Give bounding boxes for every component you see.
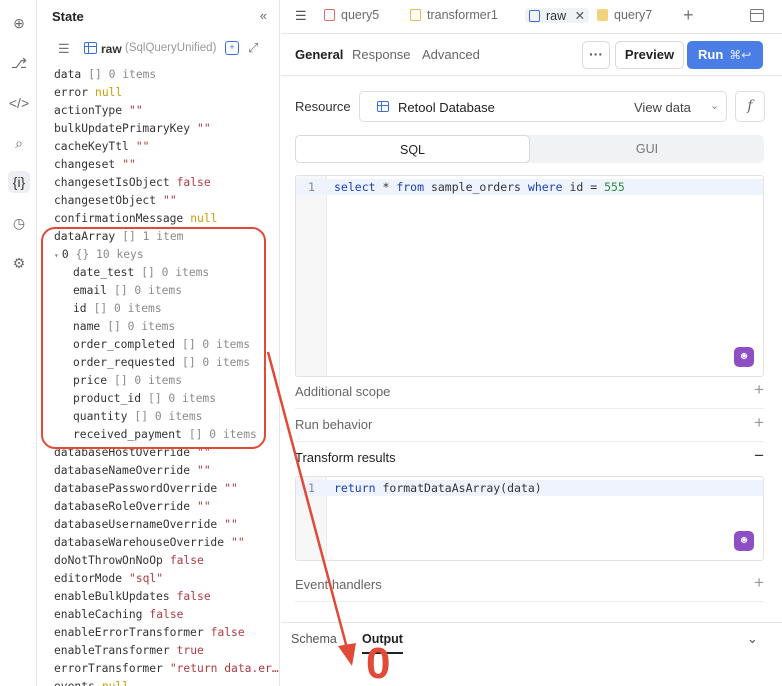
annotation-value: 0 <box>366 639 391 686</box>
annotation-arrow <box>266 351 356 666</box>
